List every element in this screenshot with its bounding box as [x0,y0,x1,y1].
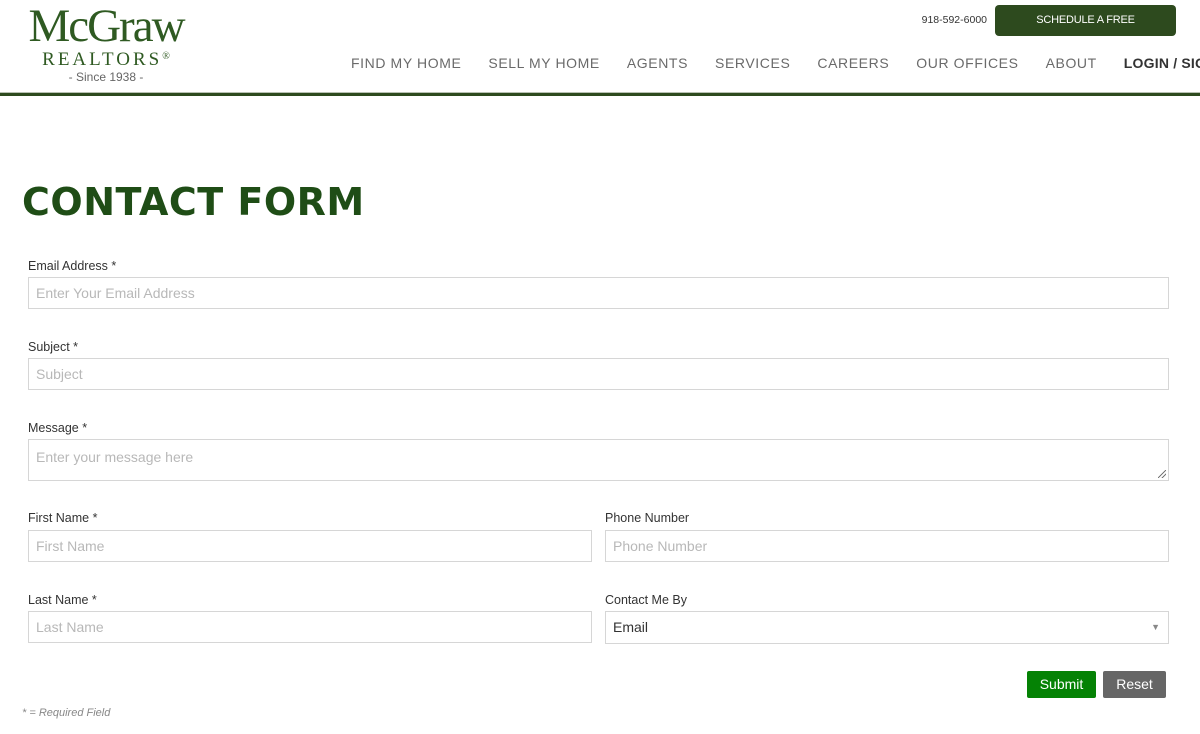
submit-button[interactable]: Submit [1027,671,1096,698]
site-header: McGraw REALTORS® - Since 1938 - 918-592-… [0,0,1200,96]
logo-subtitle-text: REALTORS [42,49,163,70]
logo-subtitle: REALTORS® [20,49,192,70]
logo-wordmark: McGraw [28,0,185,52]
phone-label: Phone Number [605,511,690,525]
nav-services[interactable]: SERVICES [715,55,790,71]
logo-since: - Since 1938 - [68,70,144,84]
message-wrapper [28,439,1169,481]
last-name-label: Last Name * [28,593,97,607]
main-nav: FIND MY HOME SELL MY HOME AGENTS SERVICE… [351,55,1200,71]
nav-about[interactable]: ABOUT [1046,55,1097,71]
nav-login-signup[interactable]: LOGIN / SIGN UP [1124,55,1200,71]
schedule-consultation-button[interactable]: SCHEDULE A FREE CONSULTATION [995,5,1176,57]
page-title: CONTACT FORM [22,180,365,224]
email-label: Email Address * [28,259,117,273]
subject-label: Subject * [28,340,79,354]
subject-input[interactable] [28,358,1169,390]
header-divider [0,92,1200,96]
email-input[interactable] [28,277,1169,309]
company-logo[interactable]: McGraw REALTORS® - Since 1938 - [20,0,192,85]
contact-by-selected-value: Email [613,619,649,635]
nav-find-my-home[interactable]: FIND MY HOME [351,55,461,71]
phone-number-link[interactable]: 918-592-6000 [922,14,987,26]
phone-input[interactable] [605,530,1169,562]
resize-grip-icon[interactable] [1158,470,1166,478]
nav-our-offices[interactable]: OUR OFFICES [916,55,1018,71]
first-name-label: First Name * [28,511,98,525]
message-textarea[interactable] [28,439,1169,481]
nav-careers[interactable]: CAREERS [817,55,889,71]
required-field-note: * = Required Field [22,707,111,719]
registered-mark: ® [162,51,170,62]
contact-by-label: Contact Me By [605,593,687,607]
last-name-input[interactable] [28,611,592,643]
chevron-down-icon: ▼ [1151,622,1160,632]
nav-sell-my-home[interactable]: SELL MY HOME [488,55,599,71]
nav-agents[interactable]: AGENTS [627,55,688,71]
message-label: Message * [28,421,88,435]
reset-button[interactable]: Reset [1103,671,1166,698]
first-name-input[interactable] [28,530,592,562]
contact-by-select[interactable]: Email ▼ [605,611,1169,644]
